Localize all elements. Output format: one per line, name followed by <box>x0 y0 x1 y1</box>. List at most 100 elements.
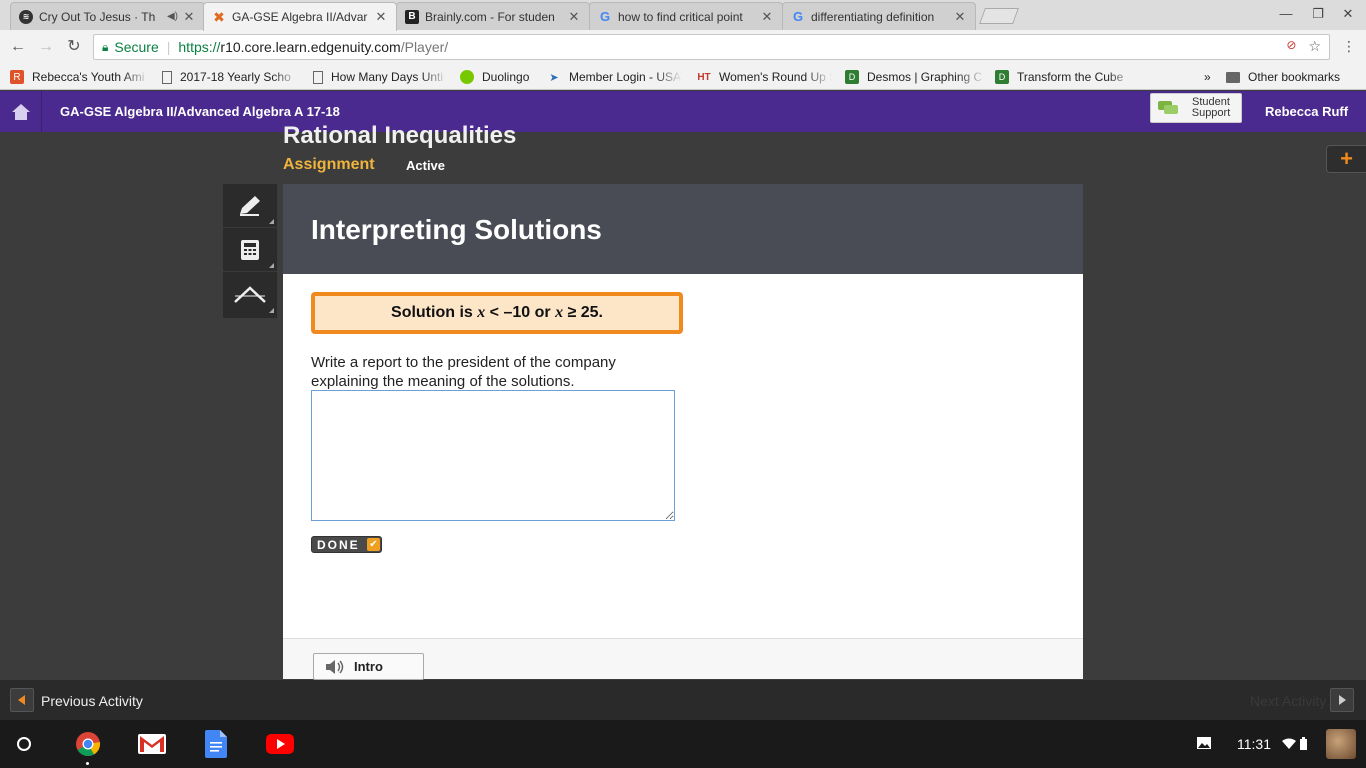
other-bookmarks-folder[interactable]: Other bookmarks <box>1226 68 1366 86</box>
restore-icon[interactable]: ❐ <box>1308 6 1328 22</box>
user-name[interactable]: Rebecca Ruff <box>1265 104 1348 119</box>
home-button[interactable] <box>0 91 42 132</box>
battery-icon <box>1300 737 1307 750</box>
close-tab-icon[interactable]: ✕ <box>760 9 774 25</box>
bookmark-star-icon[interactable]: ☆ <box>1308 38 1321 55</box>
brainly-icon: B <box>405 9 419 24</box>
intro-label: Intro <box>354 659 383 674</box>
google-icon: G <box>599 9 611 24</box>
back-icon[interactable]: ← <box>8 37 28 57</box>
page-icon <box>162 70 172 84</box>
desmos-icon: D <box>995 70 1009 84</box>
activity-title: Interpreting Solutions <box>311 214 602 245</box>
google-icon: G <box>792 9 804 24</box>
folder-icon <box>1226 71 1240 83</box>
reload-icon[interactable]: ↻ <box>64 37 84 57</box>
os-shelf: 11:31 <box>0 720 1366 768</box>
docs-app-button[interactable] <box>202 730 230 758</box>
bookmark-item[interactable]: How Many Days Unti <box>313 68 448 86</box>
minimize-icon[interactable]: — <box>1276 6 1296 21</box>
bookmark-item[interactable]: D Desmos | Graphing C <box>845 68 985 86</box>
tool-palette <box>223 184 277 318</box>
omnibox-separator: | <box>166 39 171 55</box>
tab-title: Brainly.com - For studen <box>425 9 555 24</box>
bookmark-label: Desmos | Graphing C <box>867 70 983 84</box>
chrome-app-button[interactable] <box>74 731 102 757</box>
triangle-right-icon <box>1339 695 1346 705</box>
wifi-icon <box>1282 738 1296 749</box>
report-response-textarea[interactable] <box>311 390 675 521</box>
activity-panel: Interpreting Solutions Solution is x < –… <box>283 184 1083 680</box>
next-activity-button[interactable] <box>1330 688 1354 712</box>
user-avatar[interactable] <box>1326 729 1356 759</box>
url-host: r10.core.learn.edgenuity.com <box>220 39 401 55</box>
pencil-tool-button[interactable] <box>223 184 277 228</box>
inequality-part-1: < –10 or <box>485 304 556 321</box>
inequality-part-2: ≥ 25. <box>563 304 603 321</box>
variable-x: x <box>555 304 564 321</box>
popup-blocked-icon[interactable]: ⊘ <box>1286 38 1296 55</box>
done-button[interactable]: DONE ✔ <box>311 536 382 553</box>
desmos-icon: D <box>845 70 859 84</box>
address-bar[interactable]: 🔒︎ Secure | https:// r10.core.learn.edge… <box>93 34 1330 60</box>
close-tab-icon[interactable]: ✕ <box>953 9 967 25</box>
bookmark-item[interactable]: Duolingo <box>460 68 540 86</box>
bookmark-item[interactable]: 2017-18 Yearly Scho <box>162 68 300 86</box>
activity-footer: Intro <box>283 638 1083 680</box>
audio-playing-icon[interactable]: ◀) <box>167 11 178 22</box>
system-tray[interactable]: 11:31 <box>1190 720 1366 768</box>
variable-x: x <box>477 304 486 321</box>
youtube-app-button[interactable] <box>266 731 294 757</box>
assignment-type-label: Assignment <box>283 156 375 173</box>
forward-icon[interactable]: → <box>36 37 56 57</box>
previous-activity-label[interactable]: Previous Activity <box>41 693 143 709</box>
gmail-icon <box>138 734 166 754</box>
tool-corner-indicator <box>269 219 274 224</box>
previous-activity-button[interactable] <box>10 688 34 712</box>
bookmark-item[interactable]: R Rebecca's Youth Ami <box>10 68 150 86</box>
intro-audio-button[interactable]: Intro <box>313 653 424 680</box>
edgenuity-icon: ✖ <box>213 8 225 25</box>
expand-plus-button[interactable]: + <box>1326 145 1366 173</box>
course-title: GA-GSE Algebra II/Advanced Algebra A 17-… <box>60 104 340 119</box>
browser-tab-edgenuity[interactable]: ✖ GA-GSE Algebra II/Advar ✕ <box>203 2 397 31</box>
close-tab-icon[interactable]: ✕ <box>182 9 196 25</box>
bookmark-item[interactable]: D Transform the Cube <box>995 68 1135 86</box>
hr-icon: HT <box>697 71 711 83</box>
browser-tab-critical-points[interactable]: G how to find critical point ✕ <box>589 2 783 30</box>
bookmark-item[interactable]: HT Women's Round Up S <box>697 68 832 86</box>
student-support-button[interactable]: Student Support <box>1150 93 1242 123</box>
close-window-icon[interactable]: ✕ <box>1338 6 1358 22</box>
rebecca-icon: R <box>10 70 24 84</box>
browser-tab-brainly[interactable]: B Brainly.com - For studen ✕ <box>396 2 590 30</box>
overflow-chevron-icon: » <box>1204 70 1211 84</box>
new-tab-button[interactable] <box>979 8 1019 24</box>
status-label: Active <box>406 158 446 173</box>
tab-title: how to find critical point <box>618 9 743 24</box>
next-activity-label: Next Activity <box>1250 693 1327 709</box>
graph-tool-button[interactable] <box>223 272 277 316</box>
app-header: GA-GSE Algebra II/Advanced Algebra A 17-… <box>0 91 1366 132</box>
gmail-app-button[interactable] <box>138 731 166 757</box>
triangle-left-icon <box>18 695 25 705</box>
browser-tab-differentiating[interactable]: G differentiating definition ✕ <box>782 2 976 30</box>
close-tab-icon[interactable]: ✕ <box>374 9 388 25</box>
question-prompt: Write a report to the president of the c… <box>311 354 616 390</box>
url-path: /Player/ <box>400 39 449 55</box>
calculator-tool-button[interactable] <box>223 228 277 272</box>
bookmarks-overflow-button[interactable]: » <box>1204 68 1218 86</box>
browser-tab-spotify[interactable]: ≋ Cry Out To Jesus · Th ◀) ✕ <box>10 2 205 30</box>
chat-bubbles-icon <box>1158 101 1178 114</box>
tool-corner-indicator <box>269 263 274 268</box>
pencil-icon <box>240 195 260 216</box>
chrome-menu-icon[interactable]: ⋮ <box>1342 38 1356 55</box>
image-notification-icon <box>1197 737 1211 749</box>
clock: 11:31 <box>1237 736 1271 752</box>
launcher-icon[interactable] <box>17 737 31 751</box>
solution-callout: Solution is x < –10 or x ≥ 25. <box>311 292 683 334</box>
cursor-icon: ➤ <box>549 71 559 84</box>
youtube-icon <box>266 734 294 754</box>
tab-title: GA-GSE Algebra II/Advar <box>232 10 368 24</box>
close-tab-icon[interactable]: ✕ <box>567 9 581 25</box>
bookmark-item[interactable]: ➤ Member Login - USAT <box>547 68 682 86</box>
